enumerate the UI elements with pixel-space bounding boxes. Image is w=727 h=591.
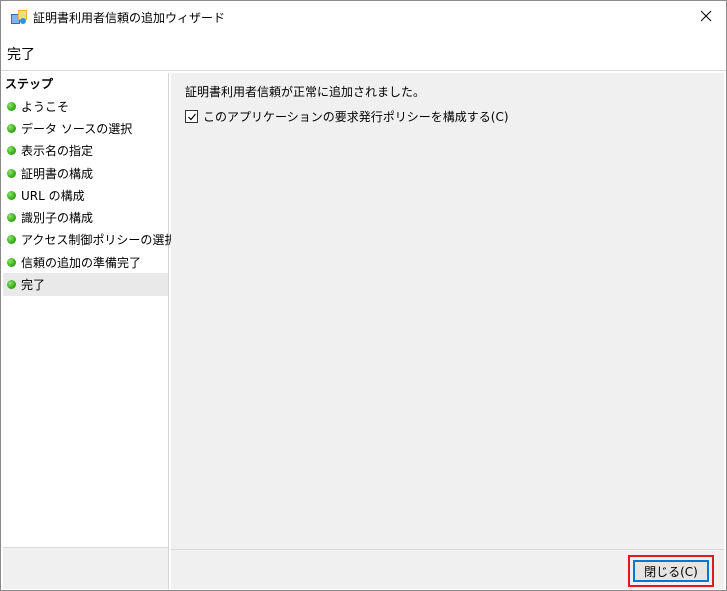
page-title: 完了 (7, 47, 35, 63)
complete-status-icon (7, 123, 16, 133)
complete-status-icon (7, 168, 16, 178)
step-item-url: URL の構成 (3, 184, 168, 206)
wizard-header: 完了 (1, 31, 726, 71)
complete-status-icon (7, 101, 16, 111)
success-message: 証明書利用者信頼が正常に追加されました。 (185, 85, 426, 99)
complete-status-icon (7, 235, 16, 245)
step-label: アクセス制御ポリシーの選択 (21, 233, 177, 248)
trust-wizard-icon (11, 10, 27, 24)
step-item-finish: 完了 (3, 273, 168, 296)
step-label: 証明書の構成 (21, 166, 94, 181)
complete-status-icon (7, 213, 16, 223)
step-label: 信頼の追加の準備完了 (21, 255, 142, 270)
step-label: URL の構成 (21, 188, 85, 203)
steps-sidebar: ステップ ようこそ データ ソースの選択 表示名の指定 証明書の構成 URL の… (3, 73, 176, 589)
configure-policy-option[interactable]: このアプリケーションの要求発行ポリシーを構成する(C) (185, 108, 509, 125)
configure-policy-checkbox[interactable] (185, 110, 198, 123)
step-item-access-control-policy: アクセス制御ポリシーの選択 (3, 229, 176, 251)
step-item-welcome: ようこそ (3, 95, 168, 117)
steps-list: ようこそ データ ソースの選択 表示名の指定 証明書の構成 URL の構成 識別… (3, 95, 176, 296)
step-label: ようこそ (21, 99, 70, 114)
close-icon (700, 10, 712, 22)
steps-heading: ステップ (5, 77, 54, 91)
complete-status-icon (7, 190, 16, 200)
title-bar: 証明書利用者信頼の追加ウィザード (1, 1, 726, 31)
window-title: 証明書利用者信頼の追加ウィザード (33, 11, 226, 25)
checkmark-icon (187, 113, 196, 120)
sidebar-footer (3, 547, 168, 589)
step-item-identifier: 識別子の構成 (3, 206, 168, 228)
complete-status-icon (7, 146, 16, 156)
content-panel: 証明書利用者信頼が正常に追加されました。 このアプリケーションの要求発行ポリシー… (171, 73, 724, 549)
step-label: 表示名の指定 (21, 144, 94, 159)
wizard-window: 証明書利用者信頼の追加ウィザード 完了 ステップ ようこそ データ ソースの選択… (0, 0, 727, 591)
step-label: 識別子の構成 (21, 211, 94, 226)
window-close-button[interactable] (686, 1, 726, 31)
close-button[interactable]: 閉じる(C) (633, 560, 709, 582)
step-item-select-data-source: データ ソースの選択 (3, 117, 168, 139)
step-item-display-name: 表示名の指定 (3, 140, 168, 162)
step-label: 完了 (21, 278, 46, 293)
configure-policy-label[interactable]: このアプリケーションの要求発行ポリシーを構成する(C) (203, 108, 509, 125)
step-item-certificate: 証明書の構成 (3, 162, 168, 184)
step-item-ready-to-add: 信頼の追加の準備完了 (3, 251, 168, 273)
step-label: データ ソースの選択 (21, 121, 133, 136)
complete-status-icon (7, 257, 16, 267)
button-bar: 閉じる(C) (171, 549, 724, 589)
complete-status-icon (7, 280, 16, 290)
